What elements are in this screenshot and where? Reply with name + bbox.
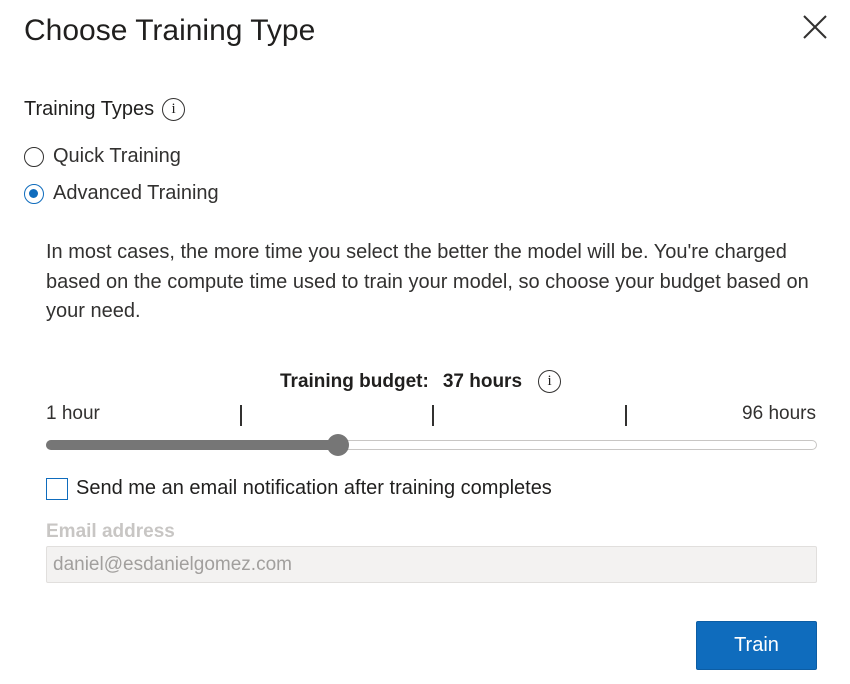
advanced-training-description: In most cases, the more time you select … xyxy=(46,241,809,322)
slider-thumb[interactable] xyxy=(327,434,350,456)
radio-button-unchecked[interactable] xyxy=(24,146,44,167)
close-icon xyxy=(803,15,827,39)
radio-button-checked[interactable] xyxy=(24,183,44,204)
training-types-heading: Training Types i xyxy=(24,98,186,121)
info-icon[interactable]: i xyxy=(538,370,562,393)
slider-tick xyxy=(240,405,242,426)
info-icon[interactable]: i xyxy=(162,98,186,121)
radio-quick-training[interactable]: Quick Training xyxy=(24,145,181,168)
email-address-input[interactable] xyxy=(46,546,817,583)
train-button[interactable]: Train xyxy=(696,621,817,670)
radio-label: Advanced Training xyxy=(53,182,219,204)
budget-value: 37 hours xyxy=(442,370,523,392)
email-notification-option[interactable]: Send me an email notification after trai… xyxy=(46,477,552,500)
training-types-label: Training Types xyxy=(24,98,155,120)
dialog-title: Choose Training Type xyxy=(24,14,316,47)
training-budget-slider[interactable] xyxy=(46,433,817,457)
email-address-label: Email address xyxy=(46,521,175,542)
checkbox-label: Send me an email notification after trai… xyxy=(76,477,552,499)
slider-tick xyxy=(432,405,434,426)
budget-label: Training budget: xyxy=(280,370,429,392)
email-notification-checkbox[interactable] xyxy=(46,477,68,500)
slider-min-label: 1 hour xyxy=(46,403,100,424)
slider-tick xyxy=(625,405,627,426)
radio-advanced-training[interactable]: Advanced Training xyxy=(24,182,219,205)
close-button[interactable] xyxy=(800,12,830,42)
slider-fill xyxy=(46,440,339,450)
slider-max-label: 96 hours xyxy=(742,403,816,424)
radio-label: Quick Training xyxy=(53,145,181,167)
training-budget-heading: Training budget: 37 hours i xyxy=(280,370,562,393)
